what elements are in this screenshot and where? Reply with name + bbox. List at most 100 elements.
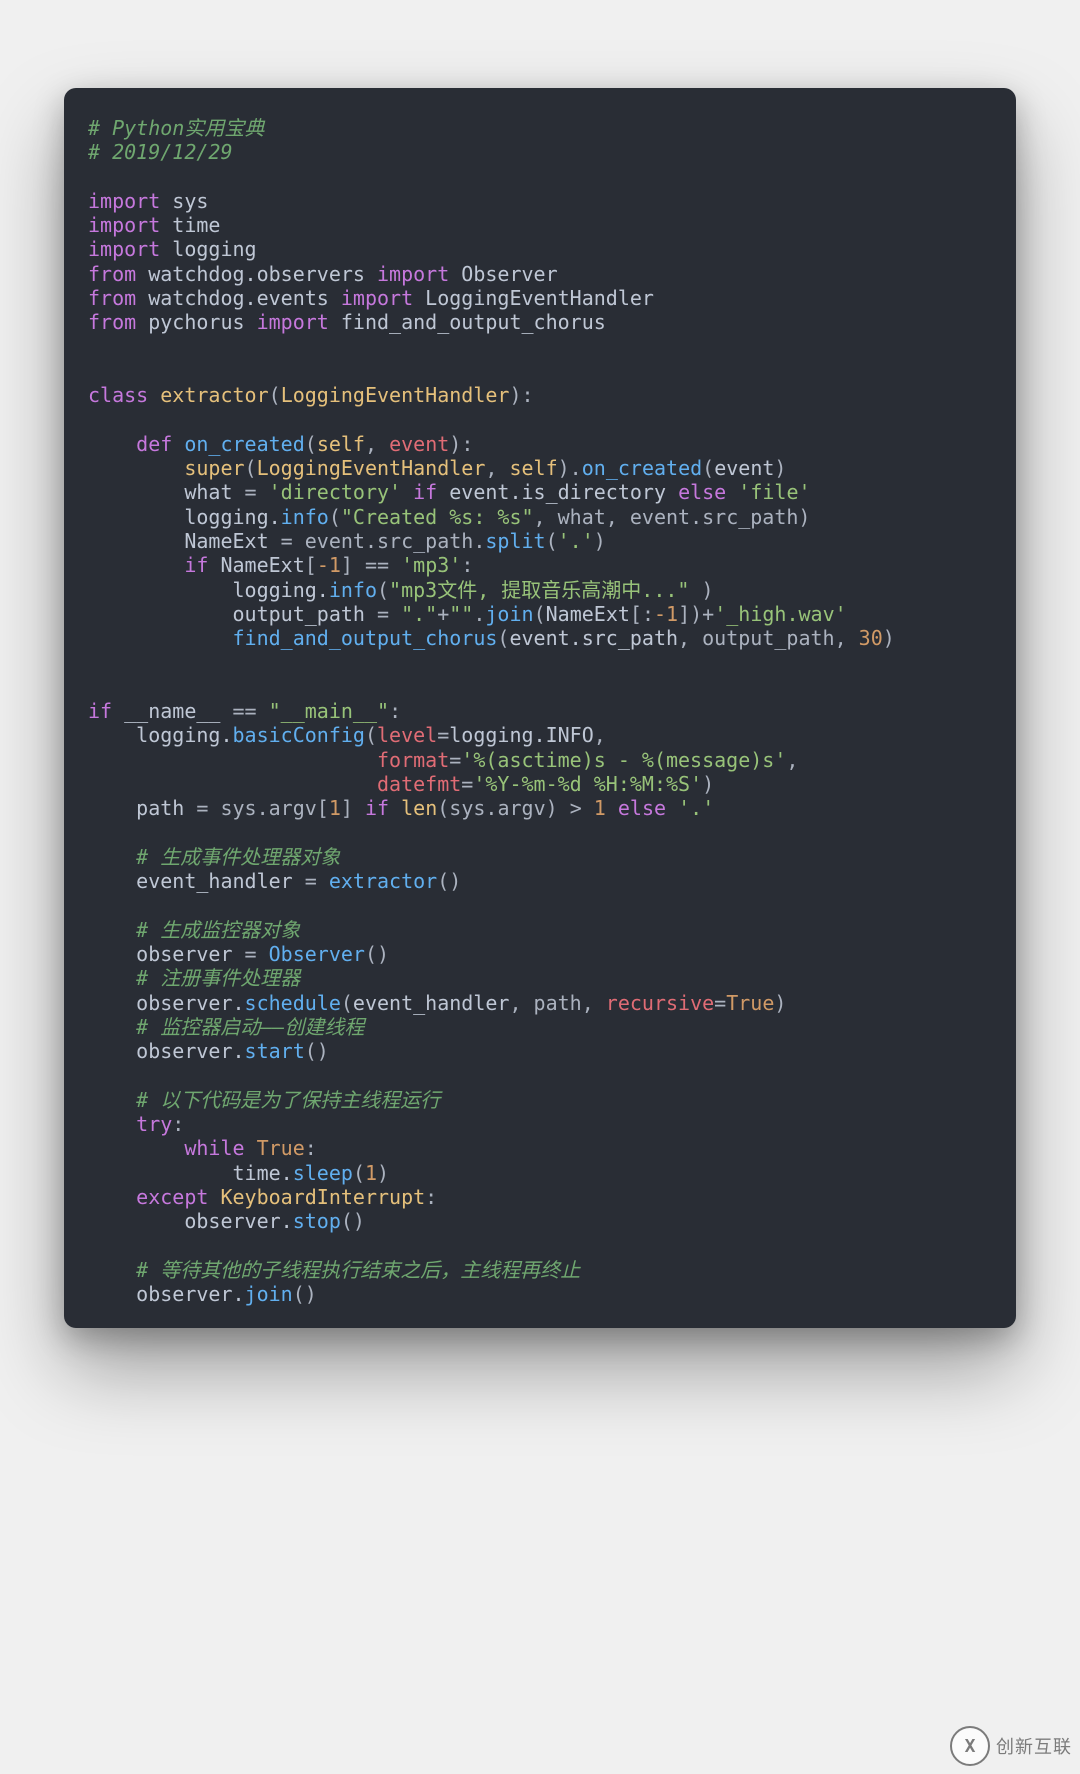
code-token: "__main__" [269,699,389,723]
code-token [172,432,184,456]
code-token [136,310,148,334]
code-token: observer. [184,1209,292,1233]
code-token [88,942,136,966]
code-token: LoggingEventHandler [425,286,654,310]
code-token: + [437,602,449,626]
code-token: '.' [678,796,714,820]
code-token: on_created [582,456,702,480]
code-card: # Python实用宝典 # 2019/12/29 import sys imp… [64,88,1016,1328]
code-token: ])+ [678,602,714,626]
code-token: from [88,262,136,286]
code-token: 30 [859,626,883,650]
code-token [88,991,136,1015]
code-token: ] [341,796,365,820]
code-token: ( [329,505,341,529]
code-token: "." [401,602,437,626]
code-token: if [184,553,208,577]
code-token: try [136,1112,172,1136]
code-token [88,1282,136,1306]
code-token: if [413,480,437,504]
code-token: start [245,1039,305,1063]
code-token: KeyboardInterrupt [220,1185,425,1209]
code-token [413,286,425,310]
code-token: event_handler [353,991,510,1015]
code-token: NameExt [546,602,630,626]
code-token: observer. [136,1282,244,1306]
code-token: observer. [136,1039,244,1063]
code-token: "Created %s: %s" [341,505,534,529]
code-token: True [257,1136,305,1160]
code-block: # Python实用宝典 # 2019/12/29 import sys imp… [88,116,992,1307]
code-token: on_created [184,432,304,456]
code-token: , [786,748,798,772]
code-token: split [485,529,545,553]
code-token: # 2019/12/29 [88,140,233,164]
code-token: () [365,942,389,966]
code-token: observer [136,942,232,966]
code-token: = event.src_path. [269,529,486,553]
code-token [88,796,136,820]
code-token: ( [497,626,509,650]
code-token: '_high.wav' [714,602,846,626]
code-token: , output_path, [678,626,859,650]
code-token: 1 [365,1161,377,1185]
code-token [245,1136,257,1160]
code-token: Observer [269,942,365,966]
watermark: X 创新互联 [950,1726,1072,1766]
code-token: # 监控器启动——创建线程 [136,1015,364,1039]
code-token: else [678,480,726,504]
code-token [88,1185,136,1209]
code-token: LoggingEventHandler [281,383,510,407]
code-token: logging. [136,723,232,747]
code-token: basicConfig [233,723,365,747]
code-token: ) [689,578,713,602]
code-token [449,262,461,286]
code-token: ( [245,456,257,480]
code-token: format [377,748,449,772]
code-token [208,553,220,577]
code-token: path [136,796,184,820]
code-token: , what, event.src_path) [534,505,811,529]
code-token: output_path [233,602,365,626]
code-token: find_and_output_chorus [341,310,606,334]
code-token: pychorus [148,310,256,334]
code-token: = [714,991,726,1015]
watermark-text: 创新互联 [996,1733,1072,1759]
code-token [726,480,738,504]
code-token [666,796,678,820]
code-token: watchdog.events [148,286,341,310]
code-token: import [88,189,160,213]
code-token: NameExt [184,529,268,553]
watermark-logo-icon: X [950,1726,990,1766]
code-token: ( [353,1161,365,1185]
code-token [160,213,172,237]
code-token: : [461,553,473,577]
code-token: '.' [558,529,594,553]
code-token: watchdog.observers [148,262,377,286]
page-root: # Python实用宝典 # 2019/12/29 import sys imp… [0,0,1080,1774]
code-token: () [305,1039,329,1063]
code-token: # 生成事件处理器对象 [136,845,340,869]
code-token: [: [630,602,654,626]
code-token [88,723,136,747]
code-token: [ [305,553,317,577]
code-token: from [88,286,136,310]
code-token [606,796,618,820]
code-token: ) [774,991,786,1015]
code-token [88,1258,136,1282]
code-token [88,505,184,529]
code-token [88,869,136,893]
code-token: # Python实用宝典 [88,116,264,140]
code-token: , [594,723,606,747]
code-token: = sys.argv[ [184,796,329,820]
code-token: level [377,723,437,747]
code-token: = [437,723,449,747]
code-token: self [317,432,365,456]
code-token: find_and_output_chorus [233,626,498,650]
code-token: extractor [329,869,437,893]
code-token: : [305,1136,317,1160]
code-token: , [485,456,509,480]
code-token: ( [534,602,546,626]
code-token: join [485,602,533,626]
code-token [329,310,341,334]
